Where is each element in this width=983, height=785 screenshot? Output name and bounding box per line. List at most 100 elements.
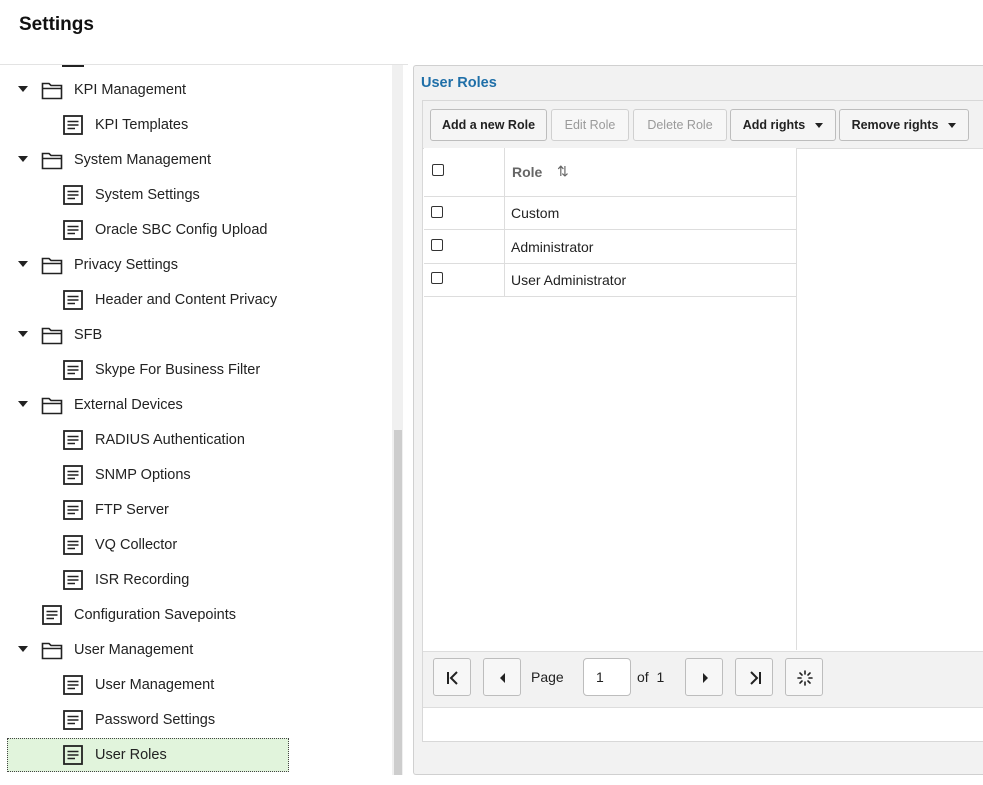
- row-checkbox[interactable]: [431, 239, 443, 251]
- folder-icon: [41, 394, 63, 416]
- sidebar-item-isr-recording[interactable]: ISR Recording: [0, 563, 392, 598]
- document-icon: [62, 534, 84, 556]
- sort-icon[interactable]: ⇅: [557, 163, 569, 180]
- sidebar-item-user-management[interactable]: User Management: [0, 668, 392, 703]
- page-label: Page: [531, 669, 564, 685]
- table-row[interactable]: Administrator: [424, 230, 796, 264]
- sidebar-item-system-management[interactable]: System Management: [0, 143, 392, 178]
- first-page-button[interactable]: [433, 658, 471, 696]
- refresh-button[interactable]: [785, 658, 823, 696]
- row-checkbox[interactable]: [431, 272, 443, 284]
- add-rights-label: Add rights: [742, 118, 806, 132]
- prev-page-button[interactable]: [483, 658, 521, 696]
- sidebar-item-label: Password Settings: [95, 712, 216, 728]
- sidebar-item-label: KPI Management: [74, 82, 187, 98]
- role-cell: Custom: [511, 205, 560, 221]
- sidebar-item-label: Oracle SBC Config Upload: [95, 222, 268, 238]
- document-icon: [62, 464, 84, 486]
- sidebar-item-label: Privacy Settings: [74, 257, 178, 273]
- document-icon: [62, 219, 84, 241]
- panel-title: User Roles: [421, 75, 497, 91]
- sidebar-item-external-devices[interactable]: External Devices: [0, 388, 392, 423]
- add-rights-button[interactable]: Add rights: [730, 109, 836, 141]
- sidebar-item-label: Configuration Savepoints: [74, 607, 237, 623]
- roles-grid: Role ⇅ Custom Administrator User Adminis…: [424, 148, 797, 650]
- sidebar-item-label: System Settings: [95, 187, 200, 203]
- document-icon: [62, 499, 84, 521]
- sidebar-item-label: Header and Content Privacy: [95, 292, 278, 308]
- delete-role-button[interactable]: Delete Role: [633, 109, 727, 141]
- role-column-header[interactable]: Role: [512, 164, 542, 180]
- sidebar-item-label: System Management: [74, 152, 212, 168]
- sidebar-item-ftp-server[interactable]: FTP Server: [0, 493, 392, 528]
- chevron-down-icon: [948, 123, 957, 129]
- document-icon-partial: [62, 65, 84, 70]
- table-row[interactable]: Custom: [424, 196, 796, 230]
- chevron-down-icon[interactable]: [18, 86, 28, 92]
- sidebar-item-password-settings[interactable]: Password Settings: [0, 703, 392, 738]
- chevron-down-icon[interactable]: [18, 646, 28, 652]
- sidebar-item-privacy-settings[interactable]: Privacy Settings: [0, 248, 392, 283]
- sidebar-item-label: VQ Collector: [95, 537, 178, 553]
- document-icon: [62, 744, 84, 766]
- document-icon: [62, 184, 84, 206]
- last-page-button[interactable]: [735, 658, 773, 696]
- folder-icon: [41, 254, 63, 276]
- sidebar-item-label: SFB: [74, 327, 103, 343]
- sidebar-item-label: Skype For Business Filter: [95, 362, 261, 378]
- chevron-down-icon[interactable]: [18, 261, 28, 267]
- sidebar-item-snmp-options[interactable]: SNMP Options: [0, 458, 392, 493]
- sidebar-scrollbar-thumb[interactable]: [394, 430, 402, 775]
- document-icon: [41, 604, 63, 626]
- document-icon: [62, 674, 84, 696]
- add-role-label: Add a new Role: [441, 118, 536, 132]
- chevron-down-icon[interactable]: [18, 331, 28, 337]
- settings-tree: KPI Management KPI Templates System Manage…: [0, 65, 392, 775]
- sidebar-item-label: KPI Templates: [95, 117, 189, 133]
- sidebar-item-kpi-management[interactable]: KPI Management: [0, 73, 392, 108]
- next-page-button[interactable]: [685, 658, 723, 696]
- folder-icon: [41, 149, 63, 171]
- page-title: Settings: [19, 14, 94, 35]
- sidebar-item-oracle-sbc-config-upload[interactable]: Oracle SBC Config Upload: [0, 213, 392, 248]
- sidebar-item-system-settings[interactable]: System Settings: [0, 178, 392, 213]
- table-row[interactable]: User Administrator: [424, 263, 796, 297]
- document-icon: [62, 114, 84, 136]
- role-cell: User Administrator: [511, 272, 627, 288]
- edit-role-label: Edit Role: [564, 118, 616, 132]
- sidebar-item-kpi-templates[interactable]: KPI Templates: [0, 108, 392, 143]
- add-role-button[interactable]: Add a new Role: [430, 109, 547, 141]
- remove-rights-label: Remove rights: [851, 118, 939, 132]
- grid-header: Role ⇅: [424, 148, 796, 197]
- chevron-down-icon[interactable]: [18, 156, 28, 162]
- sidebar-item-radius-authentication[interactable]: RADIUS Authentication: [0, 423, 392, 458]
- sidebar-item-label: User Management: [74, 642, 194, 658]
- sidebar-item-label: FTP Server: [95, 502, 169, 518]
- sidebar-item-label: User Management: [95, 677, 215, 693]
- sidebar-item-configuration-savepoints[interactable]: Configuration Savepoints: [0, 598, 392, 633]
- folder-icon: [41, 79, 63, 101]
- sidebar-item-label: ISR Recording: [95, 572, 190, 588]
- sidebar-item-vq-collector[interactable]: VQ Collector: [0, 528, 392, 563]
- folder-icon: [41, 324, 63, 346]
- sidebar-item-header-and-content-privacy[interactable]: Header and Content Privacy: [0, 283, 392, 318]
- chevron-down-icon[interactable]: [18, 401, 28, 407]
- remove-rights-button[interactable]: Remove rights: [839, 109, 969, 141]
- sidebar-item-user-roles[interactable]: User Roles: [0, 738, 392, 773]
- sidebar-item-skype-for-business-filter[interactable]: Skype For Business Filter: [0, 353, 392, 388]
- page-total-label: of 1: [637, 669, 664, 685]
- row-checkbox[interactable]: [431, 206, 443, 218]
- first-page-icon: [447, 671, 458, 685]
- refresh-spinner-icon: [797, 670, 813, 686]
- document-icon: [62, 359, 84, 381]
- folder-icon: [41, 639, 63, 661]
- page-number-input[interactable]: 1: [583, 658, 631, 696]
- total-pages: 1: [656, 669, 665, 685]
- document-icon: [62, 709, 84, 731]
- sidebar-item-user-management[interactable]: User Management: [0, 633, 392, 668]
- document-icon: [62, 429, 84, 451]
- select-all-checkbox[interactable]: [432, 164, 444, 176]
- edit-role-button[interactable]: Edit Role: [551, 109, 629, 141]
- document-icon: [62, 569, 84, 591]
- sidebar-item-sfb[interactable]: SFB: [0, 318, 392, 353]
